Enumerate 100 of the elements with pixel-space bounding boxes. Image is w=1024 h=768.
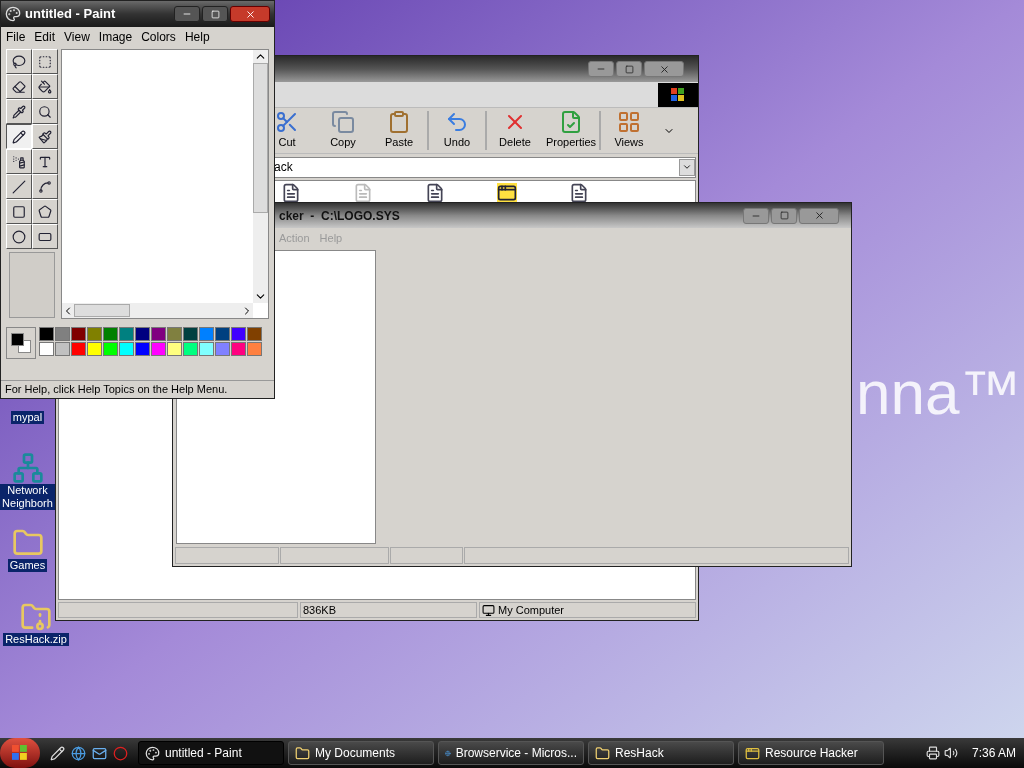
checked-document-icon <box>559 110 583 135</box>
toolbar-button[interactable]: Paste <box>384 110 414 151</box>
magnifier-icon <box>38 104 52 119</box>
close-button[interactable] <box>799 207 839 224</box>
color-swatch[interactable] <box>151 342 166 356</box>
maximize-button[interactable] <box>202 6 228 22</box>
quick-launch-icon[interactable] <box>50 745 65 761</box>
curve-icon <box>38 179 52 194</box>
color-swatch[interactable] <box>183 342 198 356</box>
menu-item[interactable]: Image <box>98 28 133 46</box>
paint-bucket-icon <box>38 79 52 94</box>
horizontal-scrollbar[interactable] <box>62 303 253 318</box>
toolbar-button[interactable]: Properties <box>545 110 597 151</box>
volume-icon[interactable] <box>943 746 958 760</box>
color-swatch[interactable] <box>87 342 102 356</box>
color-swatch[interactable] <box>103 342 118 356</box>
color-swatch[interactable] <box>119 342 134 356</box>
start-button[interactable] <box>0 738 40 768</box>
toolbar-button[interactable]: Undo <box>443 110 471 151</box>
taskbar-button[interactable]: My Documents <box>288 741 434 765</box>
pipette-icon <box>12 104 26 119</box>
color-swatches-icon <box>11 333 31 353</box>
toolbar-button[interactable]: Delete <box>499 110 531 151</box>
taskbar-button[interactable]: ResHack <box>588 741 734 765</box>
color-swatch[interactable] <box>183 327 198 341</box>
close-button[interactable] <box>644 61 684 77</box>
ellipse-icon <box>12 229 26 244</box>
text-tool-icon <box>38 154 52 169</box>
taskbar-button[interactable]: Browservice - Micros... <box>438 741 584 765</box>
color-swatch[interactable] <box>55 342 70 356</box>
color-swatch[interactable] <box>119 327 134 341</box>
toolbar-button[interactable]: Cut <box>275 110 299 151</box>
app-window-icon <box>497 183 517 203</box>
color-swatch[interactable] <box>231 342 246 356</box>
taskbar-button[interactable]: Resource Hacker <box>738 741 884 765</box>
color-swatch[interactable] <box>199 342 214 356</box>
color-swatch[interactable] <box>215 342 230 356</box>
clock: 7:36 AM <box>971 745 1016 762</box>
mail-icon[interactable] <box>92 745 107 761</box>
color-swatch[interactable] <box>135 342 150 356</box>
pencil-icon <box>12 129 26 144</box>
scroll-thumb[interactable] <box>74 304 130 317</box>
file-icon <box>281 183 301 203</box>
maximize-icon <box>624 64 634 74</box>
toolbar-button[interactable]: Copy <box>330 110 356 151</box>
minimize-button[interactable] <box>743 207 769 224</box>
tray-icon <box>925 746 940 760</box>
copy-icon <box>331 110 355 135</box>
menu-item[interactable]: Edit <box>34 28 56 46</box>
color-swatch[interactable] <box>199 327 214 341</box>
color-swatch[interactable] <box>247 342 262 356</box>
maximize-icon <box>210 9 220 19</box>
desktop-icon-label[interactable]: mypal <box>10 411 45 424</box>
color-swatch[interactable] <box>167 327 182 341</box>
desktop-icon-label[interactable]: Games <box>7 559 48 572</box>
grid-icon <box>617 110 641 135</box>
dashed-rectangle-icon <box>38 54 52 69</box>
wallpaper-logo-text: nna™ <box>856 362 1022 424</box>
menu-item[interactable]: File <box>6 28 26 46</box>
color-swatch[interactable] <box>231 327 246 341</box>
eraser-icon <box>12 79 26 94</box>
minimize-button[interactable] <box>174 6 200 22</box>
maximize-button[interactable] <box>771 207 797 224</box>
window-title: untitled - Paint <box>25 5 117 24</box>
vertical-scrollbar[interactable] <box>253 50 268 303</box>
desktop-icon-label[interactable]: Network Neighborh <box>0 484 55 510</box>
menu-item[interactable]: View <box>64 28 90 46</box>
windows-flag-icon <box>12 745 28 761</box>
lasso-icon <box>12 54 26 69</box>
file-icon <box>569 183 589 203</box>
tool-button[interactable] <box>6 124 32 149</box>
status-text: 836KB <box>303 602 337 618</box>
color-swatch[interactable] <box>151 327 166 341</box>
color-swatch[interactable] <box>39 327 54 341</box>
color-swatch[interactable] <box>39 342 54 356</box>
color-swatch[interactable] <box>55 327 70 341</box>
menu-item[interactable]: Help <box>184 28 210 46</box>
close-icon <box>244 8 256 20</box>
browser-icon[interactable] <box>71 745 86 761</box>
window-title: cker - C:\LOGO.SYS <box>279 207 401 225</box>
zip-folder-icon[interactable] <box>20 601 52 633</box>
computer-icon <box>482 603 495 617</box>
menu-item[interactable]: Colors <box>141 28 176 46</box>
color-swatch[interactable] <box>103 327 118 341</box>
color-swatch[interactable] <box>71 342 86 356</box>
circle-icon[interactable] <box>113 745 128 761</box>
color-swatch[interactable] <box>71 327 86 341</box>
taskbar-button[interactable]: untitled - Paint <box>138 741 284 765</box>
toolbar-button[interactable]: Views <box>614 110 644 151</box>
brush-icon <box>38 129 52 144</box>
dropdown-button[interactable] <box>679 158 695 176</box>
color-swatch[interactable] <box>215 327 230 341</box>
color-swatch[interactable] <box>167 342 182 356</box>
spray-can-icon <box>12 154 26 169</box>
color-swatch[interactable] <box>87 327 102 341</box>
color-swatch[interactable] <box>135 327 150 341</box>
desktop-icon-label[interactable]: ResHack.zip <box>3 633 69 646</box>
close-button[interactable] <box>230 6 270 22</box>
color-swatch[interactable] <box>247 327 262 341</box>
scroll-thumb[interactable] <box>253 63 268 213</box>
